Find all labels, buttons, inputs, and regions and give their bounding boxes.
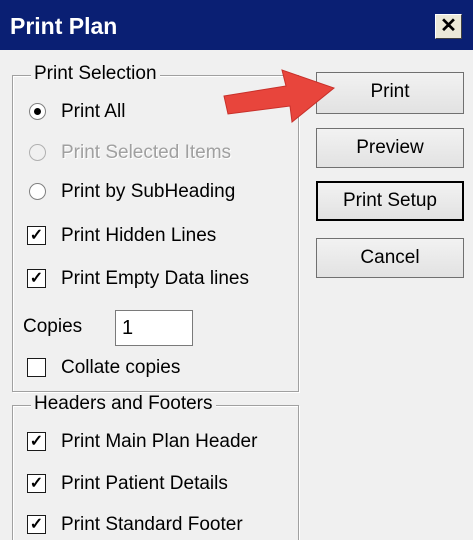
copies-label: Copies (23, 316, 83, 337)
cancel-button[interactable]: Cancel (316, 238, 464, 278)
radio-print-selected-label: Print Selected Items (61, 142, 232, 163)
radio-selected-icon[interactable] (29, 103, 46, 120)
print-hidden-lines-label: Print Hidden Lines (61, 225, 217, 246)
radio-print-by-subheading-label: Print by SubHeading (61, 181, 236, 202)
checkbox-checked-icon[interactable]: ✓ (27, 515, 46, 534)
checkbox-checked-icon[interactable]: ✓ (27, 474, 46, 493)
print-setup-button[interactable]: Print Setup (316, 181, 464, 221)
print-standard-footer-label: Print Standard Footer (61, 514, 243, 535)
preview-button[interactable]: Preview (316, 128, 464, 168)
headers-footers-group: Headers and Footers ✓ Print Main Plan He… (12, 393, 299, 540)
print-empty-data-lines-label: Print Empty Data lines (61, 268, 249, 289)
checkbox-checked-icon[interactable]: ✓ (27, 269, 46, 288)
print-patient-details-label: Print Patient Details (61, 473, 228, 494)
print-main-plan-header-label: Print Main Plan Header (61, 431, 258, 452)
radio-disabled-icon (29, 144, 46, 161)
print-plan-dialog: Print Plan ✕ Print Selection Print All P… (0, 0, 473, 540)
checkbox-checked-icon[interactable]: ✓ (27, 432, 46, 451)
close-button[interactable]: ✕ (435, 14, 462, 39)
copies-input[interactable]: 1 (115, 310, 193, 346)
print-button[interactable]: Print (316, 72, 464, 114)
window-title: Print Plan (10, 13, 118, 39)
print-selection-title: Print Selection (31, 63, 160, 85)
checkbox-checked-icon[interactable]: ✓ (27, 226, 46, 245)
collate-copies-label: Collate copies (61, 357, 181, 378)
checkbox-unchecked-icon[interactable] (27, 358, 46, 377)
radio-unselected-icon[interactable] (29, 183, 46, 200)
red-arrow-icon (223, 69, 336, 123)
headers-footers-title: Headers and Footers (31, 393, 216, 415)
title-bar: Print Plan ✕ (0, 0, 473, 50)
radio-print-all-label: Print All (61, 101, 126, 122)
